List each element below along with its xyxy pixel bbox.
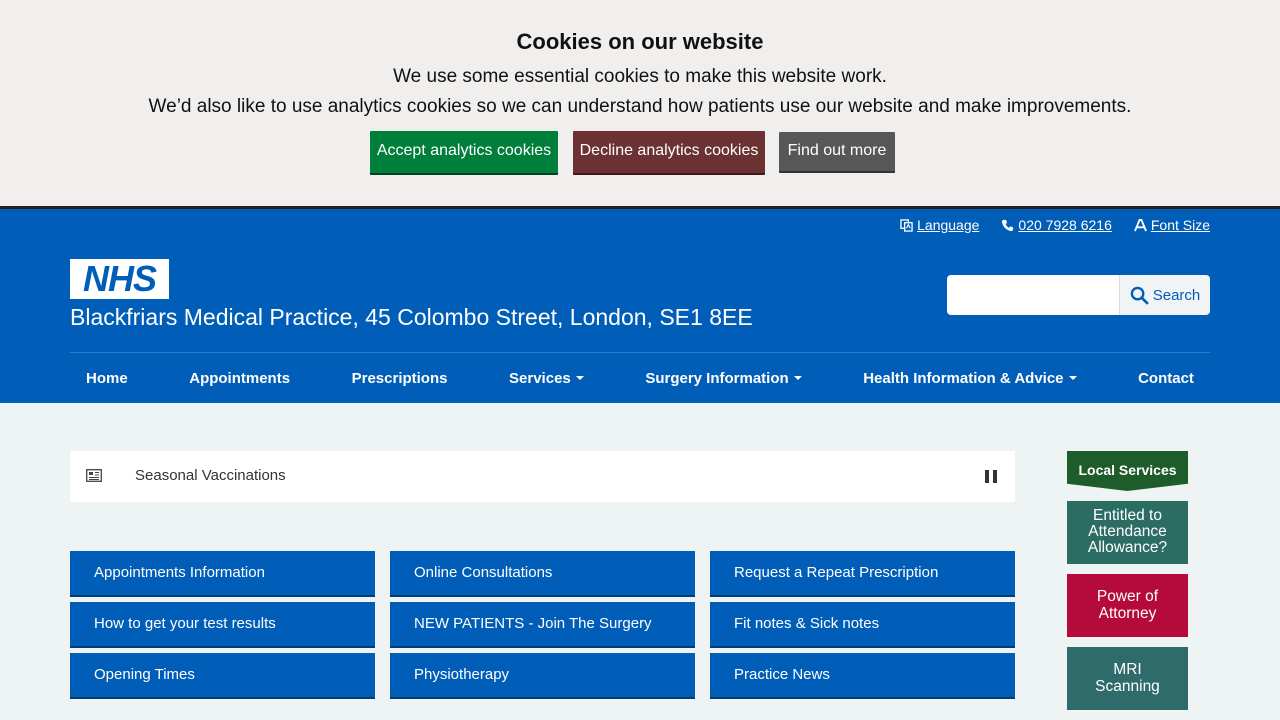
search-button[interactable]: Search: [1119, 275, 1210, 315]
search-button-label: Search: [1152, 286, 1201, 304]
language-icon: [900, 218, 913, 232]
nhs-logo-text: NHS: [82, 258, 157, 299]
tile-appointments-information[interactable]: Appointments Information: [70, 551, 375, 597]
ticker-headline[interactable]: Seasonal Vaccinations: [135, 467, 286, 484]
chevron-down-icon: [793, 376, 802, 380]
tile-request-repeat-prescription[interactable]: Request a Repeat Prescription: [710, 551, 1015, 597]
nav-prescriptions[interactable]: Prescriptions: [352, 370, 448, 387]
tile-opening-times[interactable]: Opening Times: [70, 653, 375, 699]
power-line-1: Power of: [1096, 588, 1159, 605]
nav-prescriptions-label: Prescriptions: [351, 369, 448, 387]
font-size-link[interactable]: Font Size: [1133, 217, 1210, 233]
search-input[interactable]: [947, 275, 1119, 315]
news-ticker: Seasonal Vaccinations: [70, 451, 1015, 502]
phone-icon: [1002, 219, 1014, 231]
nav-appointments[interactable]: Appointments: [189, 370, 290, 387]
find-out-more-button[interactable]: Find out more: [779, 132, 895, 171]
mri-scanning-banner[interactable]: MRI Scanning: [1067, 647, 1188, 710]
search-icon: [1130, 286, 1149, 304]
nav-surgery-information-label: Surgery Information: [645, 369, 789, 387]
power-of-attorney-banner[interactable]: Power of Attorney: [1067, 574, 1188, 637]
tile-test-results[interactable]: How to get your test results: [70, 602, 375, 648]
nav-appointments-label: Appointments: [189, 369, 291, 387]
chevron-down-icon: [1068, 376, 1077, 380]
mri-line-1: MRI: [1113, 661, 1142, 678]
quick-links-grid: Appointments Information Online Consulta…: [70, 551, 1015, 699]
search-form: Search: [947, 275, 1210, 315]
tile-online-consultations[interactable]: Online Consultations: [390, 551, 695, 597]
cookie-banner-text-analytics: We’d also like to use analytics cookies …: [148, 96, 1132, 117]
tile-practice-news[interactable]: Practice News: [710, 653, 1015, 699]
nav-contact[interactable]: Contact: [1138, 370, 1194, 387]
main-navigation: Home Appointments Prescriptions Services…: [70, 352, 1210, 403]
practice-name: Blackfriars Medical Practice, 45 Colombo…: [70, 304, 753, 330]
power-line-2: Attorney: [1098, 605, 1157, 622]
attendance-line-2: Attendance: [1088, 523, 1167, 540]
decline-analytics-cookies-button[interactable]: Decline analytics cookies: [573, 131, 765, 173]
nav-surgery-information[interactable]: Surgery Information: [645, 369, 802, 387]
cookie-banner-text-essential: We use some essential cookies to make th…: [393, 66, 887, 87]
nav-health-information-advice[interactable]: Health Information & Advice: [863, 369, 1077, 387]
pause-icon[interactable]: [985, 470, 997, 483]
local-services-heading: Local Services: [1067, 451, 1188, 491]
nav-home[interactable]: Home: [86, 370, 128, 387]
cookie-banner: Cookies on our website We use some essen…: [0, 0, 1280, 206]
nav-services-label: Services: [509, 369, 571, 387]
accept-analytics-cookies-button[interactable]: Accept analytics cookies: [370, 131, 558, 173]
site-header: Language 020 7928 6216 Font Size NHS Bla…: [0, 206, 1280, 403]
tile-new-patients[interactable]: NEW PATIENTS - Join The Surgery: [390, 602, 695, 648]
nav-contact-label: Contact: [1138, 369, 1194, 387]
language-link[interactable]: Language: [900, 217, 979, 233]
nav-health-information-advice-label: Health Information & Advice: [863, 369, 1064, 387]
newspaper-icon: [86, 469, 102, 482]
tile-physiotherapy[interactable]: Physiotherapy: [390, 653, 695, 699]
attendance-line-3: Allowance?: [1087, 539, 1168, 556]
attendance-line-1: Entitled to: [1093, 507, 1162, 524]
attendance-allowance-banner[interactable]: Entitled to Attendance Allowance?: [1067, 501, 1188, 564]
font-size-link-label: Font Size: [1150, 217, 1210, 233]
nhs-logo[interactable]: NHS: [70, 259, 169, 299]
font-size-icon: [1133, 218, 1147, 231]
tile-fit-notes[interactable]: Fit notes & Sick notes: [710, 602, 1015, 648]
nav-services[interactable]: Services: [509, 370, 584, 387]
language-link-label: Language: [917, 217, 980, 233]
phone-link[interactable]: 020 7928 6216: [1001, 217, 1112, 233]
utility-links: Language 020 7928 6216 Font Size: [900, 217, 1210, 233]
phone-link-label: 020 7928 6216: [1018, 217, 1112, 233]
mri-line-2: Scanning: [1095, 678, 1160, 695]
cookie-banner-title: Cookies on our website: [516, 29, 764, 54]
nav-home-label: Home: [86, 369, 128, 387]
chevron-down-icon: [575, 376, 584, 380]
